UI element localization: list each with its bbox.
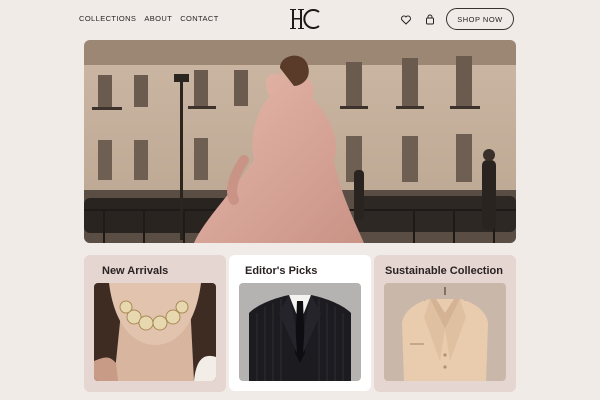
- category-card-editors-picks[interactable]: Editor's Picks: [229, 255, 371, 391]
- brand-logo[interactable]: [286, 6, 326, 32]
- nav-contact[interactable]: CONTACT: [180, 14, 219, 23]
- bag-icon[interactable]: [424, 13, 436, 25]
- nav-about[interactable]: ABOUT: [144, 14, 172, 23]
- shop-now-button[interactable]: SHOP NOW: [446, 8, 514, 30]
- blazer-image: [384, 283, 506, 381]
- site-header: COLLECTIONS ABOUT CONTACT SHOP NOW: [0, 0, 600, 40]
- header-icons: [400, 13, 436, 25]
- card-title: Sustainable Collection: [385, 265, 503, 277]
- card-title: New Arrivals: [102, 265, 169, 277]
- main-nav: COLLECTIONS ABOUT CONTACT: [79, 14, 219, 23]
- hero-image: [84, 40, 516, 243]
- category-card-sustainable-collection[interactable]: Sustainable Collection: [374, 255, 516, 392]
- category-card-new-arrivals[interactable]: New Arrivals: [84, 255, 226, 392]
- nav-collections[interactable]: COLLECTIONS: [79, 14, 136, 23]
- suit-image: [239, 283, 361, 381]
- card-title: Editor's Picks: [245, 265, 318, 277]
- heart-icon[interactable]: [400, 13, 412, 25]
- necklace-image: [94, 283, 216, 381]
